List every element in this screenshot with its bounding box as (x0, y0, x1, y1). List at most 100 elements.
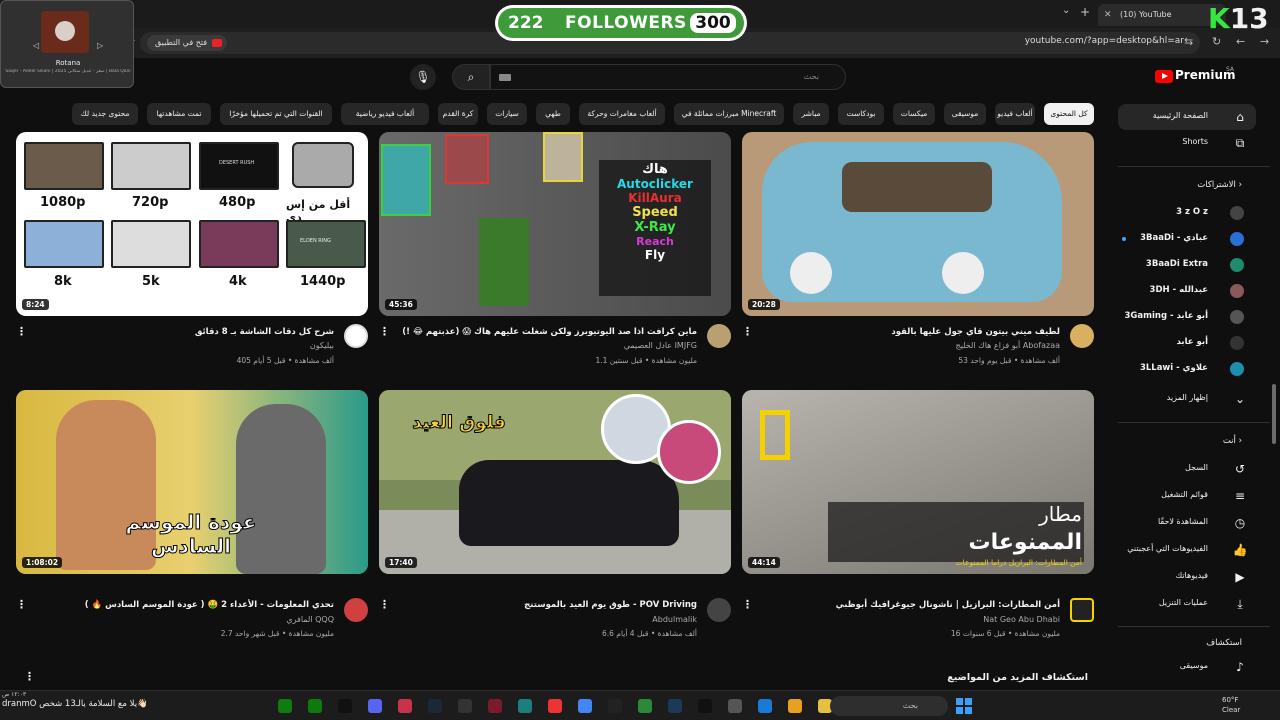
channel-avatar[interactable] (1070, 598, 1094, 622)
sidebar-item-subscription[interactable]: 3LLawi - علاوي (1118, 356, 1256, 382)
channel-name[interactable]: أبو فزاع هاك الخليج Abofazaa (956, 341, 1060, 350)
channel-name[interactable]: بيليكون (310, 341, 334, 350)
video-thumbnail[interactable]: 20:28 (742, 132, 1094, 316)
open-in-app-button[interactable]: فتح في التطبيق (147, 35, 228, 51)
page-scrollbar[interactable] (1272, 384, 1276, 444)
tiktok-icon[interactable] (338, 699, 352, 713)
show-more-button[interactable]: ⌄ إظهار المزيد (1118, 386, 1256, 412)
media-widget[interactable]: ◁ ▷ Rotana Saqer - Adeel Sikani | صقر - … (0, 0, 134, 88)
channel-name[interactable]: Abdulmalik (652, 615, 697, 624)
sidebar-item-music[interactable]: ♪ موسيقى (1118, 654, 1256, 680)
new-tab-icon[interactable]: + (1080, 5, 1090, 19)
video-card[interactable]: DESERT RUSH 1080p 720p 480p أقل من إس دي… (16, 132, 368, 372)
xbox-app-icon[interactable] (308, 699, 322, 713)
prev-track-icon[interactable]: ◁ (33, 41, 39, 50)
video-card[interactable]: مطار الممنوعات أمن المطارات: البرازيل در… (742, 390, 1094, 650)
you-heading[interactable]: أنت › (1223, 436, 1242, 446)
chip-5[interactable]: مباشر (793, 103, 829, 125)
channel-name[interactable]: المافري QQQ (286, 615, 334, 624)
subscriptions-heading[interactable]: الاشتراكات › (1197, 180, 1242, 190)
forward-icon[interactable]: → (1260, 35, 1269, 48)
next-track-icon[interactable]: ▷ (97, 41, 103, 50)
chip-8[interactable]: طهي (536, 103, 570, 125)
start-button[interactable] (956, 698, 972, 714)
steam-icon[interactable] (668, 699, 682, 713)
more-options-icon[interactable]: ⋮ (742, 325, 753, 338)
adobe-icon[interactable] (548, 699, 562, 713)
translate-icon[interactable]: ⇆ (1184, 35, 1193, 48)
capcut-icon[interactable] (698, 699, 712, 713)
channel-avatar[interactable] (344, 324, 368, 348)
video-card[interactable]: 20:28 لطيف ميني بيتون قاي جول عليها بالق… (742, 132, 1094, 372)
app-icon[interactable] (788, 699, 802, 713)
chip-7[interactable]: ألعاب مغامرات وحركة (579, 103, 665, 125)
video-thumbnail[interactable]: DESERT RUSH 1080p 720p 480p أقل من إس دي… (16, 132, 368, 316)
chip-0[interactable]: كل المحتوى (1044, 103, 1094, 125)
sidebar-item-you-3[interactable]: 👍 الفيديوهات التي أعجبتني (1118, 537, 1256, 563)
video-thumbnail[interactable]: فلوق العيد 17:40 (379, 390, 731, 574)
video-thumbnail[interactable]: مطار الممنوعات أمن المطارات: البرازيل در… (742, 390, 1094, 574)
video-card[interactable]: هاك Autoclicker KillAura Speed X-Ray Rea… (379, 132, 731, 372)
app-icon[interactable] (638, 699, 652, 713)
tab-list-chevron-icon[interactable]: ⌄ (1062, 5, 1070, 16)
chip-2[interactable]: موسيقى (944, 103, 986, 125)
sidebar-item-you-4[interactable]: ▶ فيديوهاتك (1118, 564, 1256, 590)
reload-icon[interactable]: ↻ (1212, 35, 1221, 48)
channel-name[interactable]: عادل العصيمي IMJFG (624, 341, 697, 350)
chip-3[interactable]: ميكسات (893, 103, 935, 125)
sidebar-item-you-2[interactable]: ◷ المشاهدة لاحقًا (1118, 510, 1256, 536)
channel-avatar[interactable] (707, 324, 731, 348)
video-title[interactable]: أمن المطارات: البرازيل | ناشونال جيوغراف… (836, 600, 1060, 610)
channel-name[interactable]: Nat Geo Abu Dhabi (983, 615, 1060, 624)
more-options-icon[interactable]: ⋮ (16, 598, 27, 611)
video-title[interactable]: تحدي المعلومات - الأعداء 2 🤑 ( عودة المو… (85, 600, 334, 610)
voice-search-button[interactable]: 🎙 (410, 64, 436, 90)
url-text[interactable]: youtube.com/?app=desktop&hl=ar (1025, 36, 1184, 46)
chip-14[interactable]: محتوى جديد لك (72, 103, 138, 125)
chip-11[interactable]: ألعاب فيديو رياضية (341, 103, 429, 125)
sidebar-item-subscription[interactable]: 3BaaDi - عبادي (1118, 226, 1256, 252)
sidebar-item-subscription[interactable]: 3BaaDi Extra (1118, 252, 1256, 278)
video-thumbnail[interactable]: عودة الموسم السادس 1:08:02 (16, 390, 368, 574)
keyboard-icon[interactable] (499, 74, 511, 81)
video-title[interactable]: شرح كل دقات الشاشة بـ 8 دقائق (195, 327, 334, 337)
sidebar-item-you-0[interactable]: ↺ السجل (1118, 456, 1256, 482)
chip-4[interactable]: بودكاست (838, 103, 884, 125)
more-options-icon[interactable]: ⋮ (379, 325, 390, 338)
app-icon[interactable] (518, 699, 532, 713)
video-title[interactable]: ماين كرافت اذا صد اليوتيوبرز ولكن شغلت ع… (402, 327, 697, 337)
taskbar-search[interactable]: بحث (830, 696, 948, 716)
app-icon[interactable] (398, 699, 412, 713)
sidebar-item-you-5[interactable]: ⤓ عمليات التنزيل (1118, 591, 1256, 617)
search-button[interactable]: ⌕ (452, 64, 490, 90)
chip-12[interactable]: القنوات التي تم تحميلها مؤخرًا (220, 103, 332, 125)
tab-youtube[interactable]: ✕ (10) YouTube (1098, 4, 1226, 26)
steam-icon[interactable] (428, 699, 442, 713)
sidebar-item-you-1[interactable]: ≡ قوائم التشغيل (1118, 483, 1256, 509)
settings-icon[interactable] (728, 699, 742, 713)
video-thumbnail[interactable]: هاك Autoclicker KillAura Speed X-Ray Rea… (379, 132, 731, 316)
channel-avatar[interactable] (707, 598, 731, 622)
app-icon[interactable] (488, 699, 502, 713)
sidebar-item-subscription[interactable]: أبو عابد (1118, 330, 1256, 356)
video-title[interactable]: طوق يوم العيد بالموستنج - POV Driving (524, 600, 697, 610)
chip-10[interactable]: كرة القدم (438, 103, 478, 125)
channel-avatar[interactable] (344, 598, 368, 622)
video-title[interactable]: لطيف ميني بيتون قاي جول عليها بالقود (891, 327, 1060, 337)
sidebar-item-shorts[interactable]: ⧉ Shorts (1118, 130, 1256, 156)
back-icon[interactable]: ← (1236, 35, 1245, 48)
chip-1[interactable]: ألعاب فيديو (995, 103, 1035, 125)
chrome-icon[interactable] (578, 699, 592, 713)
sidebar-item-subscription[interactable]: 3 z O z (1118, 200, 1256, 226)
chip-13[interactable]: تمت مشاهدتها (147, 103, 211, 125)
channel-avatar[interactable] (1070, 324, 1094, 348)
search-input[interactable]: بحث (490, 64, 846, 90)
more-options-icon[interactable]: ⋮ (742, 598, 753, 611)
close-tab-icon[interactable]: ✕ (1104, 4, 1112, 26)
xbox-icon[interactable] (278, 699, 292, 713)
obs-icon[interactable] (458, 699, 472, 713)
weather-widget[interactable]: 60°F Clear (1222, 695, 1240, 715)
video-card[interactable]: فلوق العيد 17:40 طوق يوم العيد بالموستنج… (379, 390, 731, 650)
edge-icon[interactable] (758, 699, 772, 713)
chip-6[interactable]: مبرزات مماثلة في Minecraft (674, 103, 784, 125)
